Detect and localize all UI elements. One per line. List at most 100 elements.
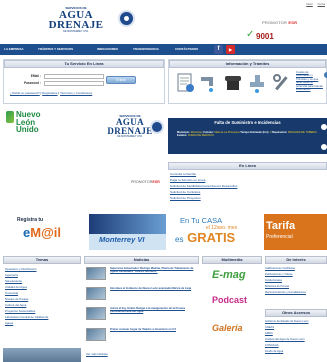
email-label: EMail : [30,74,41,78]
nuevo-leon-logo[interactable]: Nuevo León Unido [6,111,48,143]
site-logo[interactable]: SERVICIOS DE AGUA DRENAJE DE MONTERREY I… [36,6,116,42]
other-link[interactable]: Fondo de Agua [265,350,283,353]
forgot-password-link[interactable]: ¿Olvidó su password? [10,91,40,95]
interest-link[interactable]: Boletines de Prensa [265,285,289,288]
top-link-contacto[interactable]: Conta [318,2,325,6]
logo-sub-text: DE MONTERREY I.P.D. [63,30,89,33]
ad-email-line1: Regístra tu [17,217,44,223]
interest-link[interactable]: Publicaciones y Videos [265,273,293,276]
news-item[interactable]: Primer a lanzar hogar de Taladro a Cuasi… [86,328,197,344]
interest-link[interactable]: Calificaciones Crediticias [265,267,295,270]
topic-item[interactable]: Cultura del Agua [5,303,26,307]
wrench-icon[interactable] [271,72,291,94]
header: SERVICIOS DE AGUA DRENAJE DE MONTERREY I… [0,0,327,44]
terms-link[interactable]: Términos y Condiciones [60,91,92,95]
news-headline[interactable]: Supervisa Gobernador Rodrigo Medina, Pla… [110,267,198,274]
news-headline[interactable]: Introduce el Gobierno de Nuevo León avan… [110,287,198,290]
gallery-text: Galería [212,323,243,333]
nav-item-empresa[interactable]: LA EMPRESA [4,47,24,51]
news-item[interactable]: Supervisa Gobernador Rodrigo Medina, Pla… [86,267,197,283]
top-links: Inicio Conta [302,2,325,6]
nav-item-contactenos[interactable]: CONTÁCTENOS [175,47,198,51]
topic-item[interactable]: Operación y Distribución [5,267,37,271]
login-links: ¿Olvidó su password? | Registrarse | Tér… [10,91,92,95]
other-link[interactable]: Instituto del Agua de Nuevo León [265,338,305,341]
other-link[interactable]: ANEAS [265,326,274,329]
topics-image [3,348,81,362]
other-links-title: Otros Accesos [265,309,327,317]
more-news-link[interactable]: Ver más Noticias [86,352,108,356]
topic-item[interactable]: Comercial [5,291,18,295]
register-link[interactable]: Registrarse [42,91,57,95]
nav-item-indicadores[interactable]: INDICADORES [97,47,118,51]
reparacion-value: FRUGADA DE TUBERIA [287,131,317,134]
colonia-value: Valle de La Primavera [214,131,240,134]
interest-link[interactable]: Institucionales [265,279,282,282]
podcast-logo[interactable]: Podcast [212,295,254,315]
online-link-proyectos[interactable]: Solicitud de Proyectos [170,196,201,200]
incidents-panel: Falta de Suministro e Incidencias Munici… [168,118,327,154]
news-headline[interactable]: Asiste el Ing. Emilio Rangel a la inaugu… [110,307,198,314]
pipe-icon[interactable] [247,72,267,94]
news-thumbnail[interactable] [86,267,106,280]
online-title: En Línea [168,162,327,170]
incidents-title: Falta de Suministro e Incidencias [214,120,281,125]
promotor-text: PROMOTOR [131,180,153,184]
phone-icon[interactable] [223,72,243,94]
topic-item[interactable]: Laboratorio Central de Calidad de [5,315,48,319]
nav-item-tramites[interactable]: TRÁMITES Y SERVICIOS [38,47,73,51]
topic-item[interactable]: Ingeniería [5,273,18,277]
nav-item-transparencia[interactable]: TRANSPARENCIA [133,47,159,51]
login-button[interactable]: Entrar [106,76,136,84]
other-link[interactable]: CONAGUA [265,344,279,347]
estimado-label: Estimado (hrs): [250,131,270,134]
interest-panel: De Interés Calificaciones Crediticias Pu… [265,256,327,362]
top-link-inicio[interactable]: Inicio [306,2,313,6]
other-link[interactable]: AMDA [265,332,273,335]
news-thumbnail[interactable] [86,307,106,320]
online-link-recibo[interactable]: Consulta tu Recibo [170,172,196,176]
incidents-body: Municipio: Monterrey Colonia: Valle de L… [177,131,319,138]
document-icon[interactable] [175,72,195,94]
online-link-factibilidad[interactable]: Solicitud de Factibilidad para Nuevos De… [170,184,237,188]
seal-icon [150,120,164,134]
topics-title: Temas [3,256,81,264]
youtube-icon[interactable]: ▶ [226,45,235,54]
emag-text: E-mag [212,269,246,281]
faucet-icon[interactable] [199,72,219,94]
news-thumbnail[interactable] [86,287,106,300]
email-field[interactable] [44,74,104,79]
online-link-contratos[interactable]: Solicitud de Contratos [170,190,200,194]
login-title: Tu Servicio En Línea [4,60,164,68]
online-link-paga[interactable]: Paga tu Servicio en Línea [170,178,205,182]
iso-number: 9001 [256,32,274,41]
gallery-logo[interactable]: Galería [212,323,254,343]
carousel-dot[interactable] [321,144,327,150]
other-link[interactable]: Gobierno del Estado de Nuevo León [265,320,308,323]
topic-item[interactable]: Niveles de Presas [5,297,28,301]
news-item[interactable]: Asiste el Ing. Emilio Rangel a la inaugu… [86,307,197,323]
emag-logo[interactable]: E-mag [212,269,254,289]
email-register-banner[interactable]: Regístra tu eM@il [3,214,87,250]
topic-item[interactable]: Proyectos Sustentables [5,309,35,313]
carousel-dot[interactable] [321,124,327,130]
logo-line2: DRENAJE [48,19,104,31]
news-headline[interactable]: Primer a lanzar hogar de Taladro a Cuasi… [110,328,198,331]
seal-icon [118,10,135,27]
topic-item[interactable]: Saneamiento [5,279,22,283]
news-thumbnail[interactable] [86,328,106,341]
topic-item[interactable]: Aguas [5,321,13,325]
nl-mark-icon [6,111,14,123]
ad-mty-image [89,214,166,234]
free-month-banner[interactable]: En Tu CASA el 12avo. mes es GRATIS [168,214,262,250]
topic-item[interactable]: Calidad del Agua [5,285,27,289]
interest-link[interactable]: Reconocimientos y Acreditaciones [265,291,306,294]
info-side-link[interactable]: Costos de Información y Trámites y Lo qu… [296,70,323,91]
news-item[interactable]: Introduce el Gobierno de Nuevo León avan… [86,287,197,303]
facebook-icon[interactable]: f [214,45,223,54]
monterrey-vi-banner[interactable]: Monterrey VI [89,214,166,250]
news-title: Noticias [84,256,199,264]
password-field[interactable] [44,81,104,86]
tarifa-banner[interactable]: Tarifa Preferencial [264,214,327,250]
iso-badge: ✓ 9001 [246,30,286,42]
